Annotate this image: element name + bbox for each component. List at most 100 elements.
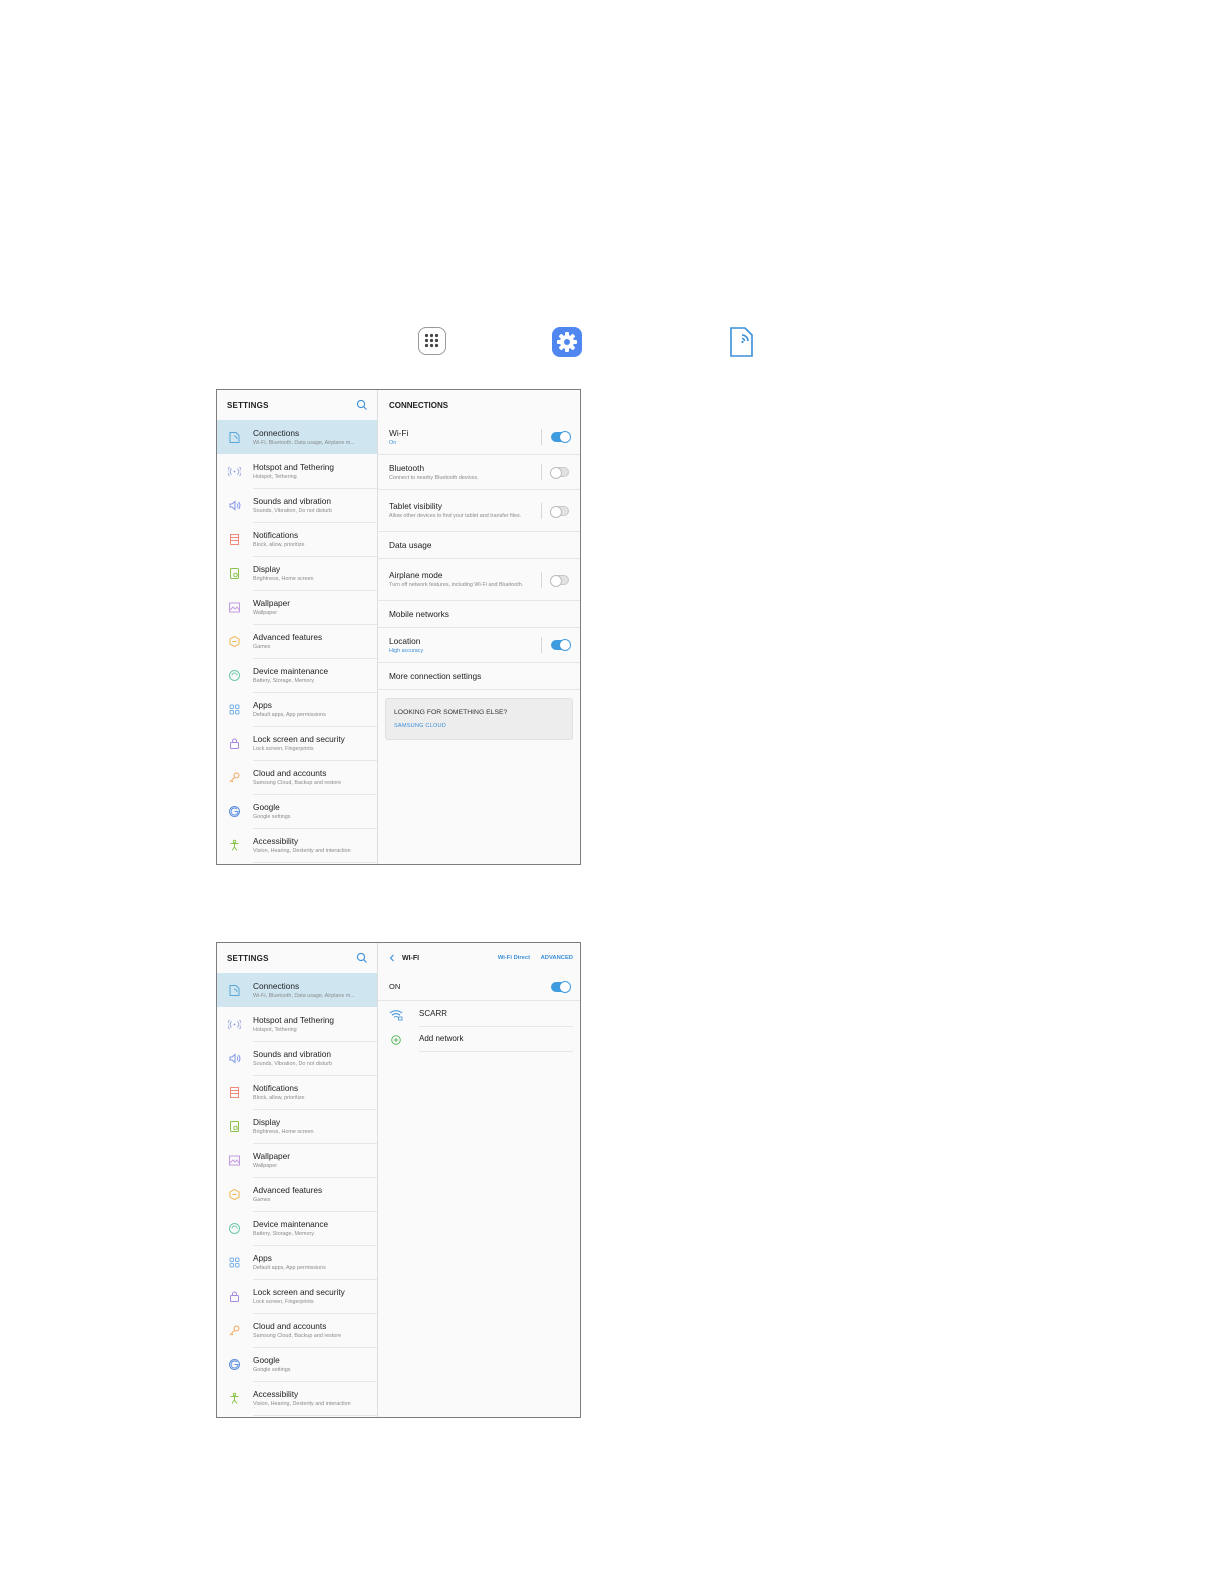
sidebar-item-wallpaper[interactable]: Wallpaper Wallpaper <box>217 1143 377 1178</box>
tablet-visibility-toggle[interactable] <box>550 505 569 518</box>
connection-row-airplane-mode[interactable]: Airplane mode Turn off network features, … <box>378 559 580 601</box>
sidebar-item-title: Advanced features <box>253 1184 323 1195</box>
airplane-mode-toggle[interactable] <box>550 574 569 587</box>
connection-row-location[interactable]: Location High accuracy <box>378 628 580 663</box>
sidebar-item-subtitle: Samsung Cloud, Backup and restore <box>253 1332 342 1339</box>
sidebar-item-subtitle: Hotspot, Tethering <box>253 1026 297 1033</box>
looking-for-card: LOOKING FOR SOMETHING ELSE? SAMSUNG CLOU… <box>385 698 573 740</box>
sidebar-item-lock-screen-and-security[interactable]: Lock screen and security Lock screen, Fin… <box>217 1279 377 1314</box>
connection-row-data-usage[interactable]: Data usage <box>378 532 580 559</box>
bluetooth-toggle[interactable] <box>550 467 569 479</box>
notifications-icon <box>228 533 241 546</box>
accessibility-icon <box>228 839 241 852</box>
sidebar-item-subtitle: Battery, Storage, Memory <box>253 1230 315 1237</box>
sidebar-item-title: Sounds and vibration <box>253 1048 331 1059</box>
sidebar-item-apps[interactable]: Apps Default apps, App permissions <box>217 692 377 727</box>
sidebar-item-notifications[interactable]: Notifications Block, allow, prioritize <box>217 522 377 557</box>
sidebar-item-device-maintenance[interactable]: Device maintenance Battery, Storage, Memo… <box>217 1211 377 1246</box>
sidebar-item-notifications[interactable]: Notifications Block, allow, prioritize <box>217 1075 377 1110</box>
sidebar-item-google[interactable]: Google Google settings <box>217 794 377 829</box>
sidebar-item-text: Wallpaper Wallpaper <box>253 590 377 625</box>
sidebar-item-title: Device maintenance <box>253 1218 329 1229</box>
sidebar-item-accessibility[interactable]: Accessibility Vision, Hearing, Dexterity … <box>217 828 377 863</box>
sidebar-item-title: Advanced features <box>253 631 323 642</box>
sidebar-item-google[interactable]: Google Google settings <box>217 1347 377 1382</box>
sidebar-item-hotspot-and-tethering[interactable]: Hotspot and Tethering Hotspot, Tethering <box>217 1007 377 1042</box>
sidebar-item-hotspot-and-tethering[interactable]: Hotspot and Tethering Hotspot, Tethering <box>217 454 377 489</box>
sidebar-item-subtitle: Brightness, Home screen <box>253 1128 314 1135</box>
sidebar-item-wallpaper[interactable]: Wallpaper Wallpaper <box>217 590 377 625</box>
sidebar-item-title: Google <box>253 801 280 812</box>
accessibility-icon <box>228 1392 241 1405</box>
hotspot-icon <box>227 465 242 478</box>
sidebar-item-title: Sounds and vibration <box>253 495 331 506</box>
connection-row-title: Airplane mode <box>389 570 443 581</box>
sidebar-item-text: Sounds and vibration Sounds, Vibration, D… <box>253 1041 377 1076</box>
sidebar-item-advanced-features[interactable]: Advanced features Games <box>217 624 377 659</box>
lock-icon <box>228 1290 241 1303</box>
sidebar-item-text: Google Google settings <box>253 1347 377 1382</box>
sidebar-item-subtitle: Sounds, Vibration, Do not disturb <box>253 507 333 514</box>
sidebar-item-text: Cloud and accounts Samsung Cloud, Backup … <box>253 760 377 795</box>
add-network-row[interactable]: Add network <box>378 1026 580 1052</box>
sidebar-item-display[interactable]: Display Brightness, Home screen <box>217 1109 377 1144</box>
samsung-cloud-link[interactable]: SAMSUNG CLOUD <box>394 723 564 729</box>
row-divider <box>541 571 542 588</box>
hotspot-icon <box>227 1018 242 1031</box>
sidebar-item-text: Connections Wi-Fi, Bluetooth, Data usage,… <box>253 420 377 455</box>
google-icon <box>228 1358 241 1371</box>
search-icon[interactable] <box>356 952 368 964</box>
device-maintenance-icon <box>228 1222 241 1235</box>
connections-icon <box>729 326 755 358</box>
connection-row-tablet-visibility[interactable]: Tablet visibility Allow other devices to … <box>378 490 580 532</box>
connection-row-bluetooth[interactable]: Bluetooth Connect to nearby Bluetooth dev… <box>378 455 580 490</box>
sidebar-item-accessibility[interactable]: Accessibility Vision, Hearing, Dexterity … <box>217 1381 377 1416</box>
sidebar-item-subtitle: Wi-Fi, Bluetooth, Data usage, Airplane m… <box>253 439 355 446</box>
sidebar-item-apps[interactable]: Apps Default apps, App permissions <box>217 1245 377 1280</box>
sidebar-item-sounds-and-vibration[interactable]: Sounds and vibration Sounds, Vibration, D… <box>217 488 377 523</box>
sidebar-item-subtitle: Lock screen, Fingerprints <box>253 1298 314 1305</box>
apps-icon <box>228 703 241 716</box>
sidebar-item-subtitle: Samsung Cloud, Backup and restore <box>253 779 342 786</box>
connection-row-wi-fi[interactable]: Wi-Fi On <box>378 420 580 455</box>
lock-icon <box>228 737 241 750</box>
connection-row-more-connection-settings[interactable]: More connection settings <box>378 663 580 690</box>
sidebar-item-connections[interactable]: Connections Wi-Fi, Bluetooth, Data usage,… <box>217 973 377 1007</box>
sidebar-item-subtitle: Google settings <box>253 1366 291 1373</box>
wi-fi-toggle[interactable] <box>551 431 571 443</box>
sidebar-item-display[interactable]: Display Brightness, Home screen <box>217 556 377 591</box>
settings-menu-panel: SETTINGS Connections Wi-Fi, Bluetooth, Da… <box>217 943 378 1417</box>
sidebar-item-advanced-features[interactable]: Advanced features Games <box>217 1177 377 1212</box>
sidebar-item-title: Connections <box>253 427 300 438</box>
wifi-direct-button[interactable]: Wi-Fi Direct <box>498 955 530 961</box>
connection-row-subtitle: Turn off network features, including Wi-… <box>389 582 524 589</box>
sidebar-item-lock-screen-and-security[interactable]: Lock screen and security Lock screen, Fin… <box>217 726 377 761</box>
sidebar-item-text: Display Brightness, Home screen <box>253 1109 377 1144</box>
sidebar-item-device-maintenance[interactable]: Device maintenance Battery, Storage, Memo… <box>217 658 377 693</box>
sidebar-item-text: Advanced features Games <box>253 624 377 659</box>
back-arrow-icon[interactable] <box>388 954 396 962</box>
sidebar-item-cloud-and-accounts[interactable]: Cloud and accounts Samsung Cloud, Backup … <box>217 760 377 795</box>
sidebar-item-text: Accessibility Vision, Hearing, Dexterity … <box>253 828 377 863</box>
sidebar-item-text: Lock screen and security Lock screen, Fin… <box>253 726 377 761</box>
sidebar-item-sounds-and-vibration[interactable]: Sounds and vibration Sounds, Vibration, D… <box>217 1041 377 1076</box>
advanced-button[interactable]: ADVANCED <box>541 955 573 961</box>
wifi-master-switch-row[interactable]: ON <box>378 973 580 1001</box>
wifi-locked-icon <box>389 1008 403 1020</box>
settings-header-label: SETTINGS <box>227 400 269 410</box>
connection-row-subtitle: High accuracy <box>389 647 424 654</box>
sidebar-item-connections[interactable]: Connections Wi-Fi, Bluetooth, Data usage,… <box>217 420 377 454</box>
sidebar-item-subtitle: Wallpaper <box>253 609 278 616</box>
location-toggle[interactable] <box>551 639 571 651</box>
connection-row-subtitle: On <box>389 439 397 446</box>
sidebar-item-subtitle: Hotspot, Tethering <box>253 473 297 480</box>
wifi-panel: WI-FI Wi-Fi Direct ADVANCED ON SCARR Add… <box>378 943 580 1417</box>
sidebar-item-subtitle: Lock screen, Fingerprints <box>253 745 314 752</box>
add-network-icon <box>389 1033 403 1045</box>
sidebar-item-title: Device maintenance <box>253 665 329 676</box>
connection-row-mobile-networks[interactable]: Mobile networks <box>378 601 580 628</box>
network-item-scarr[interactable]: SCARR <box>378 1001 580 1027</box>
wifi-master-toggle[interactable] <box>551 980 571 993</box>
sidebar-item-cloud-and-accounts[interactable]: Cloud and accounts Samsung Cloud, Backup … <box>217 1313 377 1348</box>
search-icon[interactable] <box>356 399 368 411</box>
